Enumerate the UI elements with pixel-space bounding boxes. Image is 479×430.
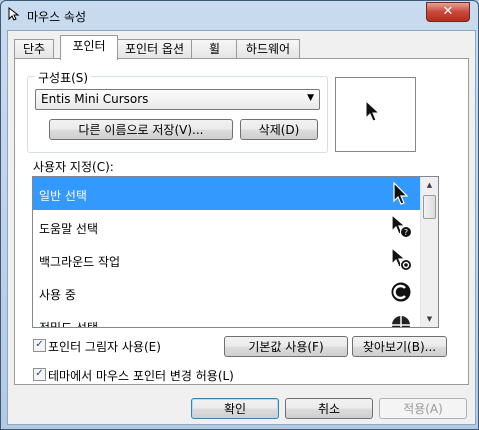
save-as-button[interactable]: 다른 이름으로 저장(V)... xyxy=(49,119,233,140)
delete-label: 삭제(D) xyxy=(258,123,300,137)
window-title: 마우스 속성 xyxy=(27,10,87,24)
title-bar[interactable]: 마우스 속성 ✕ xyxy=(1,1,478,29)
scroll-down-icon[interactable]: ▼ xyxy=(421,311,438,327)
close-button[interactable]: ✕ xyxy=(426,2,470,22)
ok-label: 확인 xyxy=(223,402,247,416)
list-item[interactable]: 사용 중 xyxy=(33,276,428,309)
mouse-app-icon xyxy=(8,7,20,21)
mouse-properties-window: 마우스 속성 ✕ 단추 포인터 포인터 옵션 휠 하드웨어 구성표(S) Ent… xyxy=(0,0,479,430)
browse-label: 찾아보기(B)... xyxy=(362,340,437,354)
list-item[interactable]: 백그라운드 작업 xyxy=(33,243,428,276)
working-in-background-cursor-icon xyxy=(391,247,412,271)
list-item[interactable]: 도움말 선택 ? xyxy=(33,210,428,243)
scroll-thumb[interactable] xyxy=(423,195,436,219)
list-item-label: 일반 선택 xyxy=(39,189,87,203)
tab-label: 단추 xyxy=(22,42,46,56)
tab-label: 하드웨어 xyxy=(245,42,291,56)
cursor-preview xyxy=(335,77,416,152)
scheme-dropdown-value: Entis Mini Cursors xyxy=(41,92,149,106)
list-item[interactable]: 일반 선택 xyxy=(33,177,428,210)
tab-buttons[interactable]: 단추 xyxy=(14,39,54,59)
tab-pointers[interactable]: 포인터 xyxy=(60,35,118,60)
scheme-dropdown[interactable]: Entis Mini Cursors ▼ xyxy=(35,89,320,110)
precision-cursor-icon xyxy=(392,316,410,327)
tab-label: 휠 xyxy=(208,42,221,56)
close-icon: ✕ xyxy=(442,4,454,19)
pointers-tab-panel: 구성표(S) Entis Mini Cursors ▼ 다른 이름으로 저장(V… xyxy=(14,58,469,385)
scheme-group-label: 구성표(S) xyxy=(35,69,92,86)
tab-label: 포인터 xyxy=(72,39,106,53)
cancel-label: 취소 xyxy=(317,402,341,416)
help-cursor-icon: ? xyxy=(391,214,412,238)
arrow-cursor-preview-icon xyxy=(365,100,381,122)
svg-text:?: ? xyxy=(404,228,408,237)
customize-label: 사용자 지정(C): xyxy=(33,160,114,174)
pointer-shadow-checkbox[interactable]: ✓ xyxy=(33,339,46,352)
use-default-button[interactable]: 기본값 사용(F) xyxy=(224,336,348,357)
tab-label: 포인터 옵션 xyxy=(124,42,184,56)
list-item[interactable]: 정밀도 선택 xyxy=(33,309,428,328)
cancel-button[interactable]: 취소 xyxy=(285,398,373,419)
dialog-body: 단추 포인터 포인터 옵션 휠 하드웨어 구성표(S) Entis Mini C… xyxy=(7,30,476,425)
apply-label: 적용(A) xyxy=(403,402,443,416)
chevron-down-icon: ▼ xyxy=(307,93,314,103)
theme-pointer-label: 테마에서 마우스 포인터 변경 허용(L) xyxy=(48,369,234,383)
list-item-label: 백그라운드 작업 xyxy=(39,255,121,269)
cursor-list[interactable]: 일반 선택 도움말 선택 ? 백그라운드 작업 사용 중 정밀도 선택 ▲ ▼ xyxy=(32,176,439,328)
arrow-cursor-icon xyxy=(393,181,409,205)
delete-button[interactable]: 삭제(D) xyxy=(240,119,318,140)
scroll-up-icon[interactable]: ▲ xyxy=(421,177,438,193)
list-item-label: 도움말 선택 xyxy=(39,222,99,236)
theme-pointer-checkbox[interactable]: ✓ xyxy=(33,368,46,381)
busy-cursor-icon xyxy=(390,281,412,303)
apply-button[interactable]: 적용(A) xyxy=(379,398,467,419)
list-item-label: 사용 중 xyxy=(39,288,76,302)
scheme-group: 구성표(S) Entis Mini Cursors ▼ 다른 이름으로 저장(V… xyxy=(27,69,328,153)
tab-pointer-options[interactable]: 포인터 옵션 xyxy=(116,39,193,59)
tab-wheel[interactable]: 휠 xyxy=(191,39,238,59)
cursor-list-scrollbar[interactable]: ▲ ▼ xyxy=(420,177,438,327)
use-default-label: 기본값 사용(F) xyxy=(248,340,324,354)
pointer-shadow-label: 포인터 그림자 사용(E) xyxy=(48,340,161,354)
tab-hardware[interactable]: 하드웨어 xyxy=(236,39,300,59)
ok-button[interactable]: 확인 xyxy=(191,398,279,419)
save-as-label: 다른 이름으로 저장(V)... xyxy=(78,123,204,137)
list-item-label: 정밀도 선택 xyxy=(39,321,99,328)
browse-button[interactable]: 찾아보기(B)... xyxy=(352,336,447,357)
